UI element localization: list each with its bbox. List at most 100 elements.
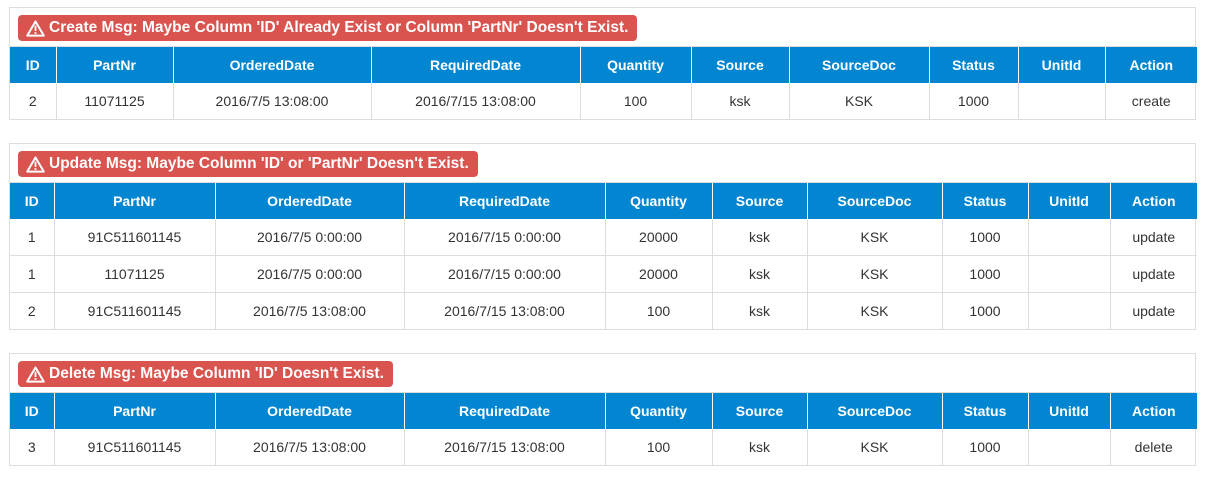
update-table: ID PartNr OrderedDate RequiredDate Quantity S…	[10, 183, 1197, 329]
cell-source: ksk	[691, 83, 790, 119]
cell-quantity: 100	[605, 292, 713, 329]
table-row: 1 91C511601145 2016/7/5 0:00:00 2016/7/15 0…	[10, 219, 1197, 256]
cell-source: ksk	[712, 219, 808, 256]
cell-action: create	[1131, 93, 1171, 109]
delete-table: ID PartNr OrderedDate RequiredDate Quantity S…	[10, 393, 1197, 465]
cell-sourcedoc: KSK	[807, 429, 943, 465]
cell-quantity: 20000	[605, 255, 713, 293]
cell-sourcedoc: KSK	[807, 219, 943, 256]
column-header-source: Source	[712, 183, 808, 219]
column-header-sourcedoc: SourceDoc	[807, 393, 943, 429]
cell-status: 1000	[942, 429, 1029, 465]
cell-action: update	[1110, 292, 1197, 329]
column-header-quantity: Quantity	[605, 393, 713, 429]
update-error-message: Update Msg: Maybe Column 'ID' or 'PartNr…	[49, 155, 469, 172]
update-result-panel: Update Msg: Maybe Column 'ID' or 'PartNr…	[9, 143, 1197, 330]
column-header-unitid: UnitId	[1018, 47, 1106, 83]
cell-quantity: 20000	[605, 219, 713, 256]
column-header-quantity: Quantity	[605, 183, 713, 219]
cell-id: 1	[10, 219, 55, 256]
cell-ordereddate: 2016/7/5 0:00:00	[215, 255, 405, 293]
delete-result-panel: Delete Msg: Maybe Column 'ID' Doesn't Ex…	[9, 353, 1197, 466]
delete-panel-header: Delete Msg: Maybe Column 'ID' Doesn't Ex…	[10, 354, 1195, 393]
column-header-partnr: PartNr	[54, 183, 216, 219]
column-header-id: ID	[10, 183, 55, 219]
column-header-source: Source	[691, 47, 790, 83]
column-header-source: Source	[712, 393, 808, 429]
cell-source: ksk	[712, 292, 808, 329]
cell-partnr: 11071125	[56, 83, 174, 119]
create-error-message: Create Msg: Maybe Column 'ID' Already Ex…	[49, 19, 629, 36]
cell-status: 1000	[942, 255, 1029, 293]
column-header-sourcedoc: SourceDoc	[789, 47, 930, 83]
column-header-action: Action	[1105, 47, 1197, 83]
update-table-body: 1 91C511601145 2016/7/5 0:00:00 2016/7/15 0…	[10, 219, 1197, 329]
cell-requireddate: 2016/7/15 0:00:00	[404, 219, 606, 256]
create-error-label: Create Msg: Maybe Column 'ID' Already Ex…	[18, 15, 638, 41]
update-panel-header: Update Msg: Maybe Column 'ID' or 'PartNr…	[10, 144, 1195, 183]
column-header-status: Status	[942, 393, 1029, 429]
cell-unitid	[1028, 219, 1111, 256]
column-header-action: Action	[1110, 183, 1197, 219]
create-panel-header: Create Msg: Maybe Column 'ID' Already Ex…	[10, 8, 1195, 47]
cell-id: 1	[10, 255, 55, 293]
cell-ordereddate: 2016/7/5 13:08:00	[215, 292, 405, 329]
cell-action: delete	[1134, 439, 1173, 455]
column-header-requireddate: RequiredDate	[371, 47, 581, 83]
column-header-ordereddate: OrderedDate	[173, 47, 372, 83]
cell-ordereddate: 2016/7/5 13:08:00	[173, 83, 372, 119]
cell-partnr: 91C511601145	[54, 219, 216, 256]
cell-id: 2	[10, 292, 55, 329]
column-header-id: ID	[10, 393, 55, 429]
warning-triangle-icon	[26, 20, 45, 37]
cell-requireddate: 2016/7/15 13:08:00	[404, 429, 606, 465]
create-table-body: 2 11071125 2016/7/5 13:08:00 2016/7/15 13:0…	[10, 83, 1197, 119]
cell-requireddate: 2016/7/15 13:08:00	[371, 83, 581, 119]
cell-unitid	[1028, 292, 1111, 329]
cell-requireddate: 2016/7/15 0:00:00	[404, 255, 606, 293]
table-row: 1 11071125 2016/7/5 0:00:00 2016/7/15 0:00:…	[10, 255, 1197, 293]
delete-table-body: 3 91C511601145 2016/7/5 13:08:00 2016/7/15 …	[10, 429, 1197, 465]
column-header-action: Action	[1110, 393, 1197, 429]
column-header-id: ID	[10, 47, 57, 83]
column-header-requireddate: RequiredDate	[404, 183, 606, 219]
delete-error-label: Delete Msg: Maybe Column 'ID' Doesn't Ex…	[18, 361, 393, 387]
update-error-label: Update Msg: Maybe Column 'ID' or 'PartNr…	[18, 151, 478, 177]
column-header-partnr: PartNr	[56, 47, 174, 83]
delete-error-message: Delete Msg: Maybe Column 'ID' Doesn't Ex…	[49, 365, 384, 382]
column-header-quantity: Quantity	[580, 47, 692, 83]
create-result-panel: Create Msg: Maybe Column 'ID' Already Ex…	[9, 7, 1197, 120]
cell-requireddate: 2016/7/15 13:08:00	[404, 292, 606, 329]
column-header-sourcedoc: SourceDoc	[807, 183, 943, 219]
cell-ordereddate: 2016/7/5 13:08:00	[215, 429, 405, 465]
cell-quantity: 100	[580, 83, 692, 119]
table-row: 2 91C511601145 2016/7/5 13:08:00 2016/7/15 …	[10, 292, 1197, 329]
cell-action: update	[1132, 229, 1176, 245]
table-row: 3 91C511601145 2016/7/5 13:08:00 2016/7/15 …	[10, 429, 1197, 465]
cell-partnr: 91C511601145	[54, 292, 216, 329]
column-header-ordereddate: OrderedDate	[215, 183, 405, 219]
create-table-header: ID PartNr OrderedDate RequiredDate Quantity S…	[10, 47, 1197, 83]
create-table: ID PartNr OrderedDate RequiredDate Quantity S…	[10, 47, 1197, 119]
column-header-status: Status	[942, 183, 1029, 219]
cell-status: 1000	[942, 292, 1029, 329]
column-header-unitid: UnitId	[1028, 393, 1111, 429]
column-header-unitid: UnitId	[1028, 183, 1111, 219]
cell-unitid	[1028, 429, 1111, 465]
cell-ordereddate: 2016/7/5 0:00:00	[215, 219, 405, 256]
cell-sourcedoc: KSK	[807, 292, 943, 329]
cell-status: 1000	[942, 219, 1029, 256]
cell-sourcedoc: KSK	[789, 83, 930, 119]
cell-source: ksk	[712, 255, 808, 293]
delete-table-header: ID PartNr OrderedDate RequiredDate Quantity S…	[10, 393, 1197, 429]
column-header-status: Status	[929, 47, 1019, 83]
warning-triangle-icon	[26, 366, 45, 383]
cell-partnr: 11071125	[54, 255, 216, 293]
table-row: 2 11071125 2016/7/5 13:08:00 2016/7/15 13:0…	[10, 83, 1197, 119]
cell-action: update	[1110, 255, 1197, 293]
cell-id: 2	[10, 83, 57, 119]
cell-source: ksk	[712, 429, 808, 465]
cell-id: 3	[10, 429, 55, 465]
cell-sourcedoc: KSK	[807, 255, 943, 293]
update-table-header: ID PartNr OrderedDate RequiredDate Quantity S…	[10, 183, 1197, 219]
